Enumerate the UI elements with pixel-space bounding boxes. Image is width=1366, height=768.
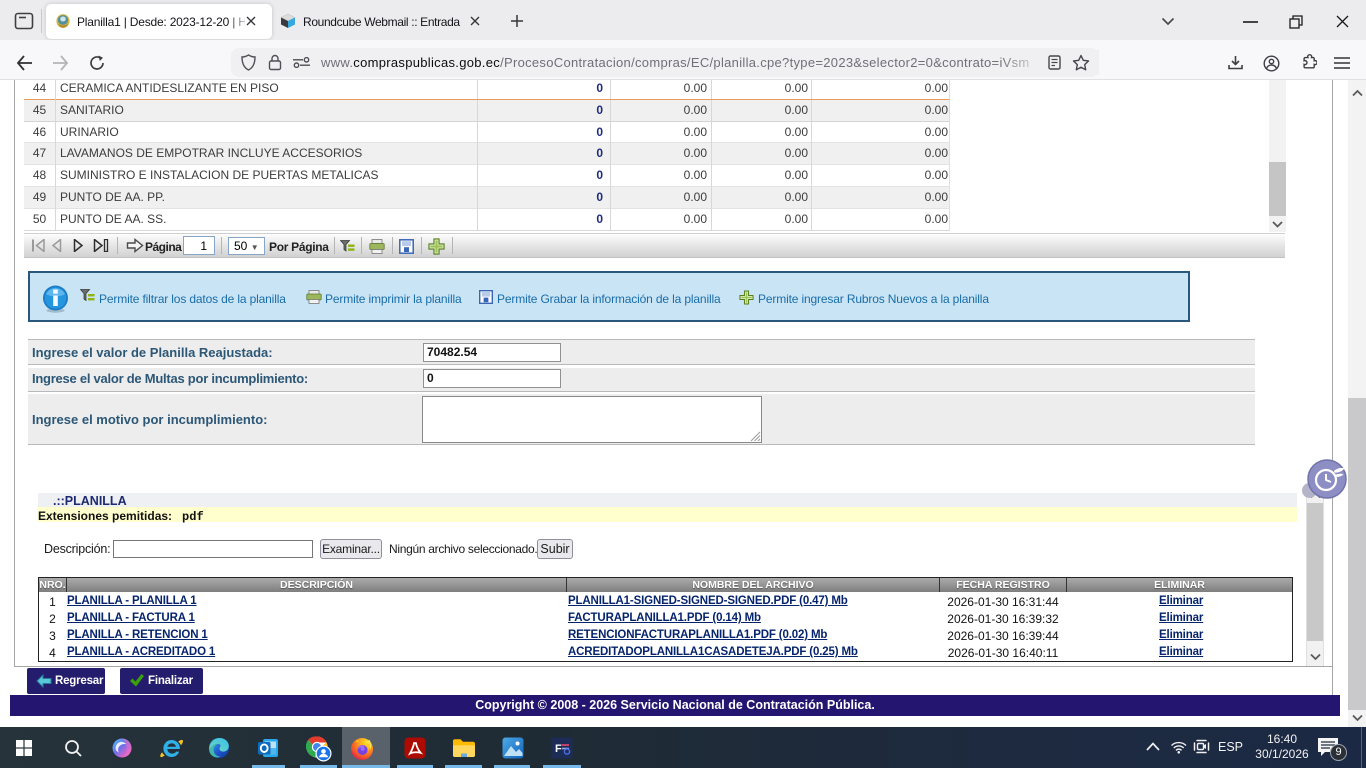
svg-text:F: F bbox=[555, 743, 562, 755]
